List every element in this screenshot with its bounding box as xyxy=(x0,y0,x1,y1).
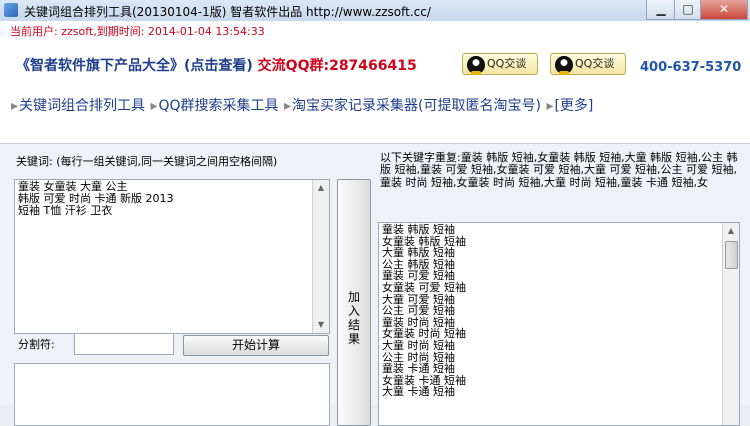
close-button[interactable]: ✕ xyxy=(700,0,748,20)
phone-number: 400-637-5370 xyxy=(640,60,742,75)
nav-item-more[interactable]: [更多] xyxy=(554,98,593,114)
qq-group-label: 交流QQ群: xyxy=(257,58,330,74)
qq-chat-button-1[interactable]: QQ交谈 xyxy=(462,53,538,75)
minimize-button[interactable]: ▁ xyxy=(646,0,676,20)
user-status: 当前用户: zzsoft,到期时间: 2014-01-04 13:54:33 xyxy=(10,25,265,38)
qq-penguin-icon xyxy=(467,56,485,75)
nav-separator: ▸ xyxy=(150,98,158,114)
nav-separator: ▸ xyxy=(11,98,19,114)
separator-label: 分割符: xyxy=(18,338,55,351)
add-to-results-label: 加 入 结 果 xyxy=(347,290,360,346)
keyword-input[interactable]: 童装 女童装 大童 公主 韩版 可爱 时尚 卡通 新版 2013 短袖 T恤 汗… xyxy=(14,179,330,334)
keyword-scrollbar[interactable]: ▲ ▼ xyxy=(312,180,329,333)
product-nav: ▸关键词组合排列工具 ▸QQ群搜索采集工具 ▸淘宝买家记录采集器(可提取匿名淘宝… xyxy=(10,95,593,115)
client-area: 当前用户: zzsoft,到期时间: 2014-01-04 13:54:33 《… xyxy=(0,21,750,426)
scroll-up-icon[interactable]: ▲ xyxy=(723,223,739,239)
results-textbox[interactable]: 童装 韩版 短袖 女童装 韩版 短袖 大童 韩版 短袖 公主 韩版 短袖 童装 … xyxy=(378,222,740,426)
qq-chat-label-2: QQ交谈 xyxy=(575,57,615,70)
separator-input[interactable] xyxy=(74,333,174,355)
scroll-thumb[interactable] xyxy=(725,241,738,269)
results-scrollbar[interactable]: ▲ xyxy=(722,223,739,425)
nav-separator: ▸ xyxy=(284,98,292,114)
scroll-up-icon[interactable]: ▲ xyxy=(313,180,329,196)
promo-line: 《智者软件旗下产品大全》(点击查看) 交流QQ群:287466415 xyxy=(16,55,417,75)
nav-item-keyword-tool[interactable]: 关键词组合排列工具 xyxy=(19,98,145,114)
qq-penguin-icon xyxy=(555,56,573,75)
keyword-label: 关键词: (每行一组关键词,同一关键词之间用空格间隔) xyxy=(16,155,278,168)
output-textbox[interactable] xyxy=(14,363,330,426)
qq-group-number: 287466415 xyxy=(329,58,417,74)
nav-item-qq-group-tool[interactable]: QQ群搜索采集工具 xyxy=(159,98,279,114)
nav-item-taobao-tool[interactable]: 淘宝买家记录采集器(可提取匿名淘宝号) xyxy=(292,98,541,114)
add-to-results-button[interactable]: 加 入 结 果 xyxy=(337,179,371,426)
app-icon xyxy=(4,3,18,17)
qq-chat-button-2[interactable]: QQ交谈 xyxy=(550,53,626,75)
nav-separator: ▸ xyxy=(546,98,554,114)
qq-chat-label-1: QQ交谈 xyxy=(487,57,527,70)
header-panel: 当前用户: zzsoft,到期时间: 2014-01-04 13:54:33 《… xyxy=(0,21,750,144)
start-calculate-button[interactable]: 开始计算 xyxy=(183,335,329,356)
results-text: 童装 韩版 短袖 女童装 韩版 短袖 大童 韩版 短袖 公主 韩版 短袖 童装 … xyxy=(382,223,466,399)
title-bar: 关键词组合排列工具(20130104-1版) 智者软件出品 http://www… xyxy=(0,0,750,22)
products-link[interactable]: 《智者软件旗下产品大全》(点击查看) xyxy=(16,58,253,74)
keyword-text: 童装 女童装 大童 公主 韩版 可爱 时尚 卡通 新版 2013 短袖 T恤 汗… xyxy=(18,180,174,217)
maximize-button[interactable]: □ xyxy=(674,0,702,20)
duplicate-keywords-text: 以下关键字重复:童装 韩版 短袖,女童装 韩版 短袖,大童 韩版 短袖,公主 韩… xyxy=(380,151,738,189)
scroll-down-icon[interactable]: ▼ xyxy=(313,317,329,333)
window-title: 关键词组合排列工具(20130104-1版) 智者软件出品 http://www… xyxy=(24,5,431,19)
